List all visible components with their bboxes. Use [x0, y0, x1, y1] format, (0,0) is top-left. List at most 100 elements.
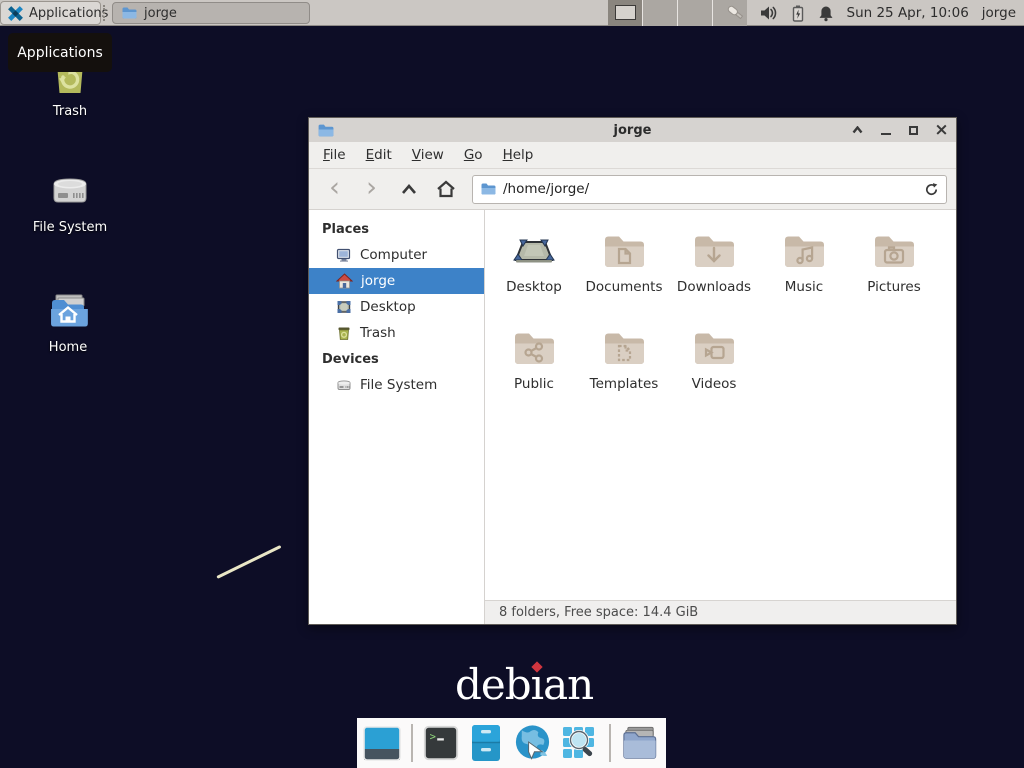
- file-item-label: Documents: [586, 279, 663, 295]
- file-item-label: Music: [785, 279, 823, 295]
- logo-text: an: [543, 660, 593, 709]
- folder-documents-icon: [600, 227, 648, 275]
- close-button[interactable]: ×: [935, 124, 948, 137]
- panel-separator-handle: [103, 5, 105, 21]
- menu-help[interactable]: Help: [493, 143, 544, 167]
- sidebar: Places Computer: [309, 210, 485, 624]
- folder-public-icon: [510, 324, 558, 372]
- maximize-button[interactable]: [907, 124, 920, 137]
- back-button[interactable]: ‹: [318, 174, 351, 204]
- web-browser-icon[interactable]: [512, 723, 553, 764]
- desktop-icon-home[interactable]: Home: [26, 286, 110, 355]
- file-item-music[interactable]: Music: [759, 227, 849, 324]
- computer-icon: [336, 247, 352, 263]
- path-bar[interactable]: /home/jorge/: [472, 175, 947, 204]
- sidebar-header-places: Places: [309, 216, 484, 242]
- main-pane: Desktop Documents: [485, 210, 956, 624]
- file-item-desktop[interactable]: Desktop: [489, 227, 579, 324]
- folder-templates-icon: [600, 324, 648, 372]
- status-text: 8 folders, Free space: 14.4 GiB: [499, 605, 698, 620]
- system-tray: Sun 25 Apr, 10:06 jorge: [725, 0, 1017, 26]
- sidebar-item-label: File System: [360, 377, 437, 393]
- sidebar-header-devices: Devices: [309, 346, 484, 372]
- file-item-label: Public: [514, 376, 554, 392]
- notifications-icon[interactable]: [818, 5, 834, 22]
- hard-drive-icon: [46, 166, 94, 214]
- status-bar: 8 folders, Free space: 14.4 GiB: [485, 600, 956, 624]
- workspace-window-miniature: [615, 5, 636, 20]
- file-item-documents[interactable]: Documents: [579, 227, 669, 324]
- window-titlebar[interactable]: jorge ×: [309, 118, 956, 142]
- desktop-artifact-line: [216, 545, 281, 579]
- path-text[interactable]: /home/jorge/: [503, 181, 917, 197]
- file-manager-window: jorge × File Edit View Go Help ‹ ›: [308, 117, 957, 625]
- file-icon-view[interactable]: Desktop Documents: [485, 210, 956, 600]
- sidebar-item-trash[interactable]: Trash: [309, 320, 484, 346]
- sidebar-item-label: Desktop: [360, 299, 416, 315]
- sidebar-item-computer[interactable]: Computer: [309, 242, 484, 268]
- applications-tooltip: Applications: [8, 33, 112, 72]
- app-finder-icon[interactable]: [560, 723, 600, 764]
- applications-menu-button[interactable]: Applications: [0, 1, 101, 25]
- battery-charging-icon[interactable]: [791, 5, 805, 22]
- reload-icon[interactable]: [924, 182, 939, 197]
- workspace-1[interactable]: [608, 0, 642, 26]
- sidebar-item-label: jorge: [361, 273, 395, 289]
- home-button[interactable]: [429, 174, 462, 204]
- file-item-label: Pictures: [867, 279, 920, 295]
- file-manager-icon[interactable]: [467, 723, 505, 764]
- panel-clock[interactable]: Sun 25 Apr, 10:06: [847, 5, 969, 21]
- xfce-x-icon: [7, 5, 24, 22]
- up-button[interactable]: [392, 174, 425, 204]
- desktop-icon-file-system[interactable]: File System: [28, 166, 112, 235]
- top-panel: Applications jorge: [0, 0, 1024, 26]
- file-item-label: Desktop: [506, 279, 562, 295]
- dock-separator: [609, 724, 611, 762]
- folder-icon: [121, 5, 137, 21]
- sidebar-item-file-system[interactable]: File System: [309, 372, 484, 398]
- sidebar-item-desktop[interactable]: Desktop: [309, 294, 484, 320]
- show-desktop-icon[interactable]: [362, 723, 402, 764]
- taskbar-window-button[interactable]: jorge: [112, 2, 310, 24]
- file-item-templates[interactable]: Templates: [579, 324, 669, 421]
- folder-icon[interactable]: [620, 723, 661, 764]
- sidebar-item-jorge[interactable]: jorge: [309, 268, 484, 294]
- workspace-2[interactable]: [643, 0, 677, 26]
- volume-icon[interactable]: [760, 5, 778, 21]
- desktop-root: Applications jorge: [0, 0, 1024, 768]
- menu-go[interactable]: Go: [454, 143, 493, 167]
- desktop-icon-label: Home: [49, 340, 87, 355]
- menu-bar: File Edit View Go Help: [309, 142, 956, 169]
- file-item-videos[interactable]: Videos: [669, 324, 759, 421]
- shade-button[interactable]: [851, 124, 864, 137]
- input-device-icon[interactable]: [725, 4, 747, 22]
- menu-view[interactable]: View: [402, 143, 454, 167]
- toolbar: ‹ › /home/jorge/: [309, 169, 956, 210]
- file-item-pictures[interactable]: Pictures: [849, 227, 939, 324]
- launcher-dock: >: [357, 718, 666, 768]
- dock-separator: [411, 724, 413, 762]
- sidebar-item-label: Computer: [360, 247, 427, 263]
- menu-edit[interactable]: Edit: [356, 143, 402, 167]
- folder-pictures-icon: [870, 227, 918, 275]
- forward-button[interactable]: ›: [355, 174, 388, 204]
- desktop-icon-label: File System: [33, 220, 107, 235]
- applications-menu-label: Applications: [29, 6, 108, 21]
- trash-icon: [336, 325, 352, 341]
- file-item-label: Templates: [590, 376, 659, 392]
- file-item-public[interactable]: Public: [489, 324, 579, 421]
- minimize-button[interactable]: [879, 124, 892, 137]
- folder-music-icon: [780, 227, 828, 275]
- panel-user-label[interactable]: jorge: [982, 5, 1016, 21]
- path-folder-icon: [480, 181, 496, 197]
- file-item-label: Videos: [692, 376, 737, 392]
- window-body: Places Computer: [309, 210, 956, 624]
- window-controls: ×: [851, 124, 948, 137]
- file-item-downloads[interactable]: Downloads: [669, 227, 759, 324]
- menu-file[interactable]: File: [313, 143, 356, 167]
- desktop-surface-icon: [510, 227, 558, 275]
- terminal-icon[interactable]: >: [422, 723, 460, 764]
- logo-i: ı: [531, 660, 543, 709]
- workspace-3[interactable]: [678, 0, 712, 26]
- home-folder-icon: [336, 273, 353, 289]
